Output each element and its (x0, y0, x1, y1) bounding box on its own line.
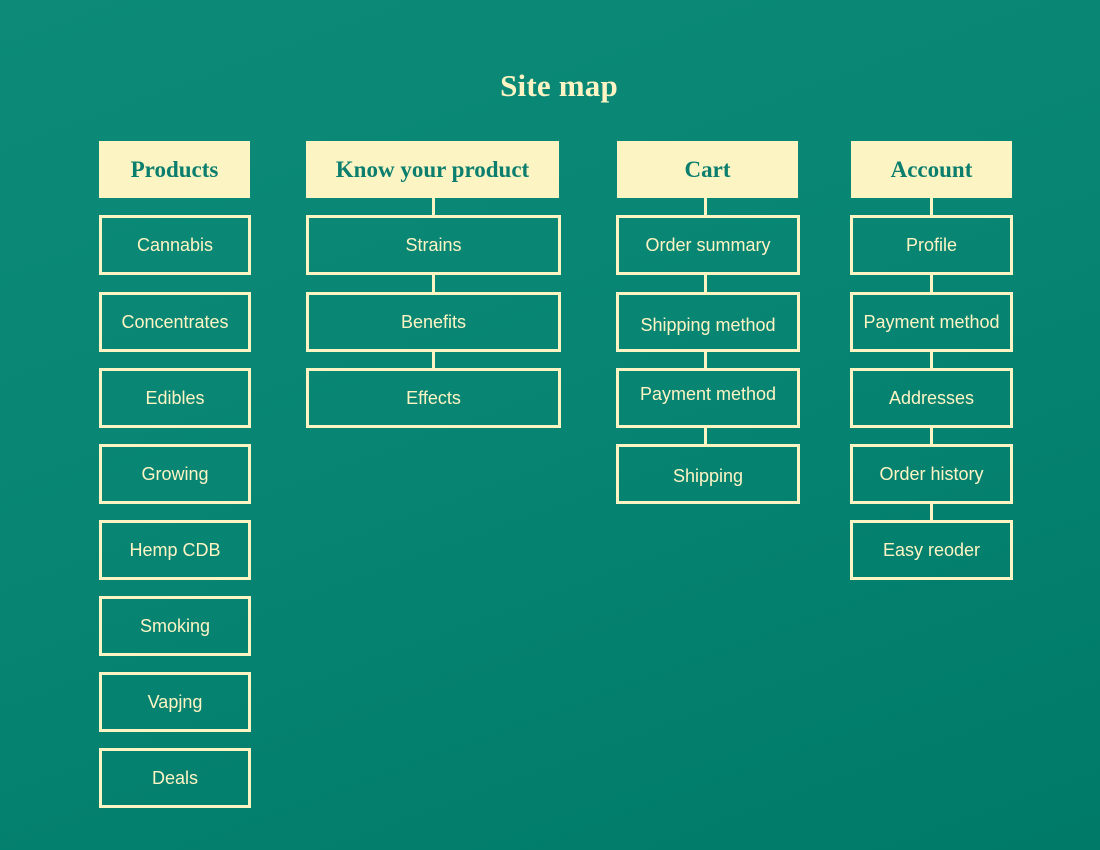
node-strains[interactable]: Strains (306, 215, 561, 275)
node-effects[interactable]: Effects (306, 368, 561, 428)
node-order-history[interactable]: Order history (850, 444, 1013, 504)
node-addresses[interactable]: Addresses (850, 368, 1013, 428)
node-smoking[interactable]: Smoking (99, 596, 251, 656)
node-easy-reorder[interactable]: Easy reoder (850, 520, 1013, 580)
connector (432, 350, 435, 369)
header-cart[interactable]: Cart (617, 141, 798, 198)
connector (704, 197, 707, 216)
node-hemp-cdb[interactable]: Hemp CDB (99, 520, 251, 580)
node-profile[interactable]: Profile (850, 215, 1013, 275)
node-cannabis[interactable]: Cannabis (99, 215, 251, 275)
connector (930, 502, 933, 521)
connector (704, 426, 707, 445)
node-vaping[interactable]: Vapjng (99, 672, 251, 732)
header-products[interactable]: Products (99, 141, 250, 198)
page-title: Site map (500, 68, 618, 103)
connector (704, 273, 707, 293)
node-benefits[interactable]: Benefits (306, 292, 561, 352)
node-payment-method[interactable]: Payment method (850, 292, 1013, 352)
connector (930, 350, 933, 369)
connector (930, 273, 933, 293)
node-deals[interactable]: Deals (99, 748, 251, 808)
node-edibles[interactable]: Edibles (99, 368, 251, 428)
header-know-your-product[interactable]: Know your product (306, 141, 559, 198)
connector (432, 273, 435, 293)
node-payment-method[interactable]: Payment method (616, 368, 800, 428)
node-concentrates[interactable]: Concentrates (99, 292, 251, 352)
node-shipping-method[interactable]: Shipping method (616, 292, 800, 352)
node-order-summary[interactable]: Order summary (616, 215, 800, 275)
connector (930, 426, 933, 445)
connector (930, 197, 933, 216)
node-shipping[interactable]: Shipping (616, 444, 800, 504)
connector (704, 350, 707, 369)
connector (432, 197, 435, 216)
node-growing[interactable]: Growing (99, 444, 251, 504)
header-account[interactable]: Account (851, 141, 1012, 198)
